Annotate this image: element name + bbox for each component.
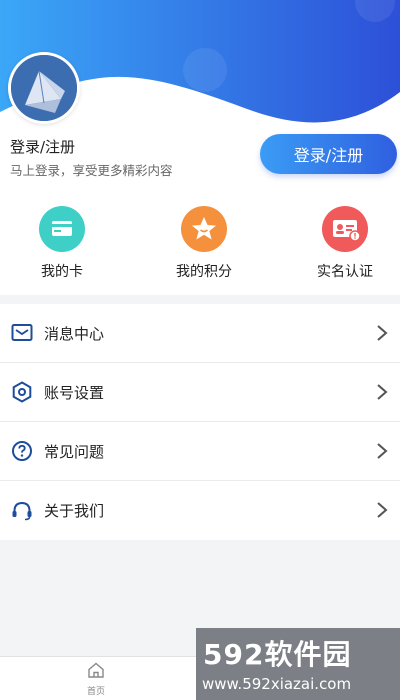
quick-item-my-points[interactable]: 我的积分 — [149, 206, 259, 281]
profile-page: 登录/注册 马上登录，享受更多精彩内容 登录/注册 我的卡 我的积分 实名认证 … — [0, 0, 400, 700]
menu-list: 消息中心 账号设置 常见问题 关于我们 — [0, 304, 400, 540]
menu-label-account-settings: 账号设置 — [44, 383, 105, 402]
menu-item-messages[interactable]: 消息中心 — [0, 304, 400, 363]
quick-actions: 我的卡 我的积分 实名认证 — [0, 206, 400, 286]
login-button[interactable]: 登录/注册 — [260, 134, 397, 174]
watermark-brand: 592软件园 — [203, 638, 352, 671]
home-icon — [88, 662, 104, 678]
menu-item-about-us[interactable]: 关于我们 — [0, 481, 400, 540]
menu-item-account-settings[interactable]: 账号设置 — [0, 363, 400, 422]
message-icon — [11, 322, 33, 344]
quick-item-my-card[interactable]: 我的卡 — [7, 206, 117, 281]
chevron-right-icon — [377, 325, 388, 341]
quick-label-real-name: 实名认证 — [317, 264, 373, 280]
menu-label-faq: 常见问题 — [44, 442, 105, 461]
question-icon — [11, 440, 33, 462]
quick-label-my-card: 我的卡 — [41, 264, 83, 280]
quick-item-real-name[interactable]: 实名认证 — [290, 206, 400, 281]
chevron-right-icon — [377, 384, 388, 400]
tab-home-label: 首页 — [86, 687, 105, 697]
headset-icon — [11, 500, 33, 522]
profile-header: 登录/注册 马上登录，享受更多精彩内容 登录/注册 我的卡 我的积分 实名认证 — [0, 0, 400, 295]
avatar[interactable] — [8, 52, 80, 124]
settings-icon — [11, 381, 33, 403]
star-icon — [181, 206, 227, 252]
watermark-url: www.592xiazai.com — [202, 675, 352, 693]
chevron-right-icon — [377, 502, 388, 518]
menu-label-messages: 消息中心 — [44, 324, 105, 343]
menu-item-faq[interactable]: 常见问题 — [0, 422, 400, 481]
id-card-icon — [322, 206, 368, 252]
avatar-image — [11, 55, 77, 121]
login-title[interactable]: 登录/注册 — [10, 136, 75, 157]
login-subtitle: 马上登录，享受更多精彩内容 — [10, 163, 173, 178]
chevron-right-icon — [377, 443, 388, 459]
tab-home[interactable]: 首页 — [76, 661, 116, 697]
menu-label-about-us: 关于我们 — [44, 502, 105, 520]
quick-label-my-points: 我的积分 — [176, 264, 232, 280]
card-icon — [39, 206, 85, 252]
watermark: 592软件园 www.592xiazai.com — [196, 628, 400, 700]
